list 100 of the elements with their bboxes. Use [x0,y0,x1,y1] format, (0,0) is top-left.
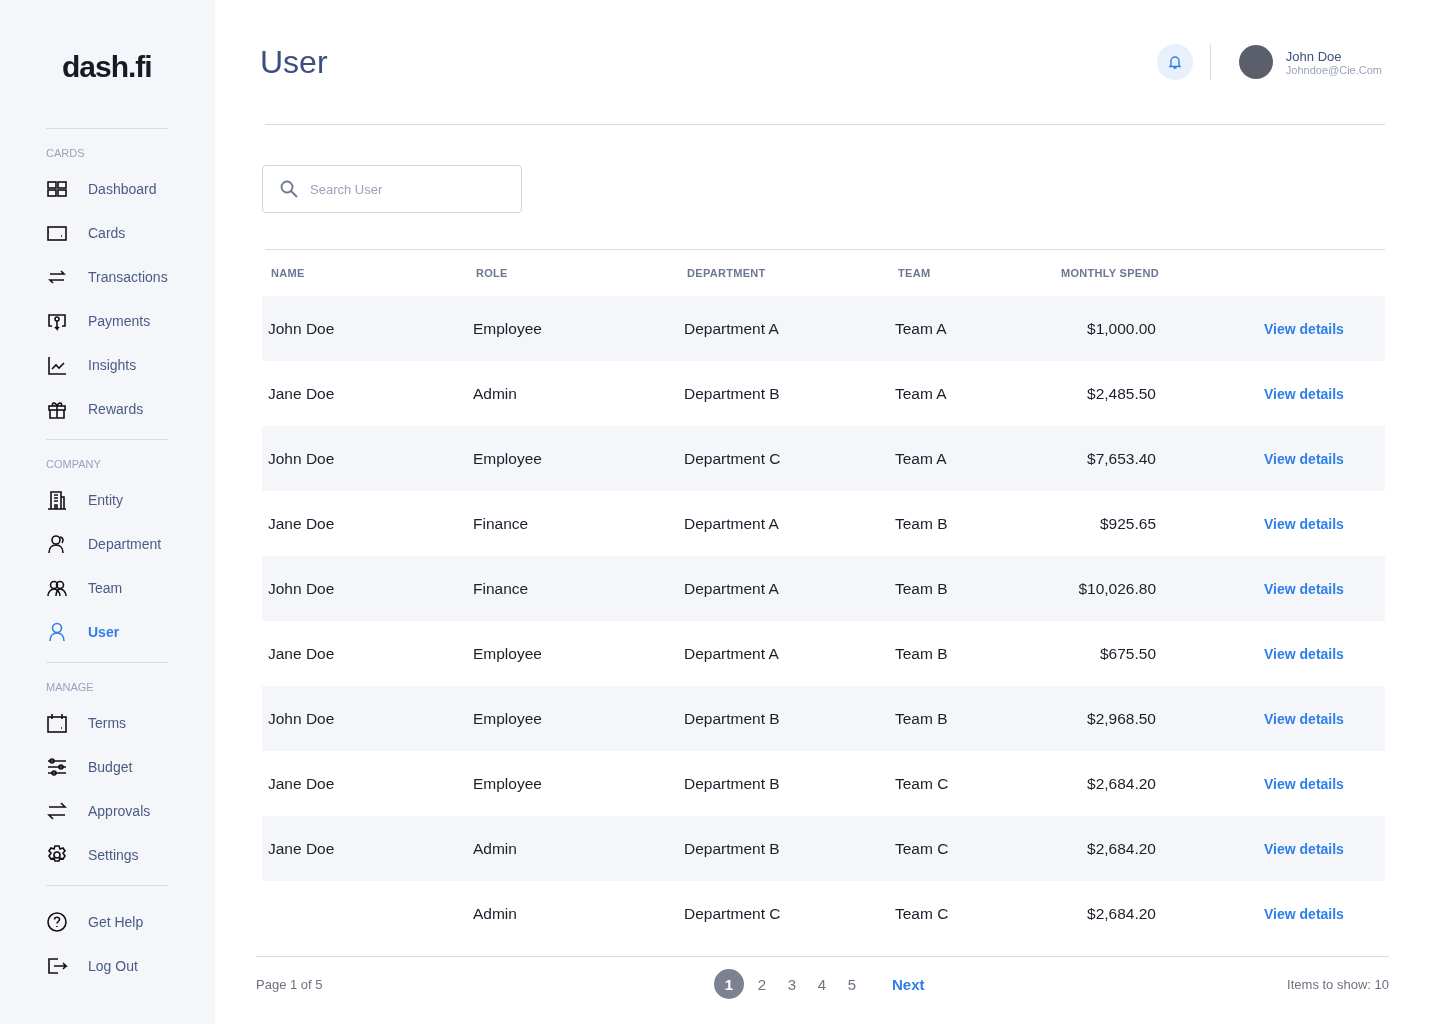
table-cell-text: Team A [895,449,948,468]
sidebar-item[interactable]: User [46,610,168,654]
table-cell-text: Team B [895,514,949,533]
table-cell-text: $925.65 [1098,514,1156,533]
bell-icon [1166,54,1183,70]
page-button[interactable]: 3 [780,969,804,999]
sidebar-item[interactable]: Department [46,522,168,566]
sidebar-item[interactable]: Payments [46,299,168,343]
table-cell-text: Jane Doe [268,644,336,663]
sidebar-item[interactable]: Log Out [46,944,168,988]
table-cell-text: Jane Doe [268,774,336,793]
help-icon [46,911,68,933]
view-details-link[interactable]: View details [1264,775,1344,792]
column-header: NAME [271,267,306,279]
sidebar-item[interactable]: Team [46,566,168,610]
section-heading: COMPANY [46,458,101,470]
swap-arrows-icon [46,800,68,822]
table-cell-text: Department A [684,579,780,598]
sidebar-item[interactable]: Entity [46,478,168,522]
table-cell-text: Department B [684,709,781,728]
table-cell-text: Team B [895,644,949,663]
table-cell-text: John Doe [268,579,336,598]
table-cell-text: Admin [473,904,518,923]
table-cell-text: Team A [895,319,948,338]
column-header: TEAM [898,267,932,279]
page-title: User [260,43,329,81]
view-details-link[interactable]: View details [1264,905,1344,922]
table-cell-text: Department B [684,839,781,858]
view-details-link[interactable]: View details [1264,580,1344,597]
sidebar-item[interactable]: Rewards [46,387,168,431]
column-header: ROLE [476,267,509,279]
sidebar-item[interactable]: Settings [46,833,168,877]
table-cell-text: $10,026.80 [1077,579,1156,598]
table-cell-text: John Doe [268,319,336,338]
sidebar-item[interactable]: Approvals [46,789,168,833]
calendar-icon [46,712,68,734]
view-details-link[interactable]: View details [1264,515,1344,532]
table-cell-text: Team B [895,579,949,598]
notification-button[interactable] [1156,44,1193,80]
grid-icon [46,178,68,200]
table-cell-text: Employee [473,319,543,338]
view-details-link[interactable]: View details [1264,840,1344,857]
page-button[interactable]: 4 [810,969,834,999]
table-cell-text: Department B [684,384,781,403]
table-cell-text: $675.50 [1098,644,1156,663]
table-cell-text: Admin [473,839,518,858]
table-cell-text: Team C [895,904,950,923]
table-cell-text: Department A [684,644,780,663]
section-heading: MANAGE [46,681,94,693]
avatar[interactable] [1238,45,1273,79]
table-cell-text: Department A [684,514,780,533]
table-cell-text: Employee [473,449,543,468]
table-cell-text: Team A [895,384,948,403]
sidebar-item[interactable]: Insights [46,343,168,387]
table-cell-text: Department C [684,449,782,468]
table-cell-text: Team C [895,774,950,793]
table-cell-text: Team C [895,839,950,858]
table-cell-text: Finance [473,514,530,533]
sidebar-item[interactable]: Get Help [46,900,168,944]
line-chart-icon [46,354,68,376]
table-cell-text: Jane Doe [268,384,336,403]
page-button[interactable]: 5 [840,969,864,999]
page-button[interactable]: 2 [750,969,774,999]
table-cell-text: John Doe [268,709,336,728]
person-icon [46,621,68,643]
user-name: John Doe [1285,48,1343,64]
next-link[interactable]: Next [892,975,925,993]
logout-icon [46,955,68,977]
sidebar-item[interactable]: Terms [46,701,168,745]
table-cell-text: $2,684.20 [1086,774,1156,793]
table-cell-text: $2,684.20 [1086,904,1156,923]
view-details-link[interactable]: View details [1264,645,1344,662]
view-details-link[interactable]: View details [1264,450,1344,467]
view-details-link[interactable]: View details [1264,320,1344,337]
table-cell-text: Department C [684,904,782,923]
table-cell-text: Jane Doe [268,839,336,858]
building-icon [46,489,68,511]
table-cell-text: Department B [684,774,781,793]
table-cell-text: $2,684.20 [1086,839,1156,858]
table-cell-text: Finance [473,579,530,598]
logo: dash.fi [62,50,152,84]
page-button[interactable]: 1 [714,969,744,999]
user-email: Johndoe@Cie.Com [1285,63,1382,76]
table-cell-text: $1,000.00 [1086,319,1156,338]
items-to-show[interactable]: Items to show: 10 [1287,976,1389,992]
table-cell-text: $2,968.50 [1086,709,1156,728]
sidebar-item[interactable]: Budget [46,745,168,789]
table-cell-text: Admin [473,384,518,403]
sidebar-item[interactable]: Transactions [46,255,168,299]
table-cell-text: $2,485.50 [1086,384,1156,403]
view-details-link[interactable]: View details [1264,710,1344,727]
search-field[interactable]: Search User [262,165,522,213]
table-cell-text: $7,653.40 [1086,449,1156,468]
sidebar-item[interactable]: Dashboard [46,167,168,211]
table-cell-text: Employee [473,709,543,728]
sidebar-item[interactable]: Cards [46,211,168,255]
table-cell-text: Employee [473,774,543,793]
view-details-link[interactable]: View details [1264,385,1344,402]
table-cell-text: Jane Doe [268,514,336,533]
sliders-icon [46,756,68,778]
